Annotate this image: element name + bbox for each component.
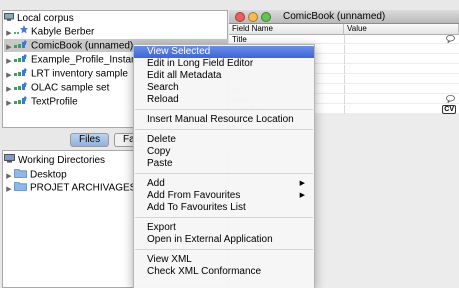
menu-item-insert-manual-resource-location[interactable]: Insert Manual Resource Location — [134, 114, 314, 126]
tree-root-local-corpus[interactable]: Local corpus — [4, 12, 74, 25]
tree-item-kabyle-berber[interactable]: ▶ Kabyle Berber — [4, 25, 228, 38]
menu-item-label: View Selected — [147, 46, 211, 57]
field-name-cell: Title — [232, 35, 247, 44]
context-menu: View Selected Edit in Long Field Editor Ed… — [133, 44, 315, 288]
window-titlebar: ComicBook (unnamed) — [229, 10, 459, 24]
menu-item-open-in-external-application[interactable]: Open in External Application — [134, 234, 314, 246]
menu-separator — [135, 173, 313, 174]
menu-item-add-from-favourites[interactable]: Add From Favourites ▶ — [134, 190, 314, 202]
value-cell[interactable] — [344, 45, 459, 54]
expand-arrow-icon[interactable]: ▶ — [4, 183, 14, 196]
menu-item-view-xml[interactable]: View XML — [134, 254, 314, 266]
column-header-value[interactable]: Value — [344, 24, 459, 35]
menu-item-add-to-favourites-list[interactable]: Add To Favourites List — [134, 202, 314, 214]
menu-item-add[interactable]: Add ▶ — [134, 178, 314, 190]
menu-item-check-xml-conformance[interactable]: Check XML Conformance — [134, 266, 314, 278]
menu-item-label: Insert Manual Resource Location — [147, 114, 294, 125]
menu-item-label: Delete — [147, 134, 176, 145]
resource-node-icon — [14, 39, 28, 53]
menu-item-label: Add To Favourites List — [147, 202, 246, 213]
value-cell[interactable] — [344, 65, 459, 74]
menu-item-label: Edit in Long Field Editor — [147, 58, 254, 69]
menu-separator — [135, 129, 313, 130]
menu-item-view-selected[interactable]: View Selected — [134, 46, 314, 58]
submenu-arrow-icon: ▶ — [299, 192, 305, 199]
expand-arrow-icon[interactable]: ▶ — [4, 83, 14, 96]
directory-item-label: PROJET ARCHIVAGES — [30, 182, 137, 194]
comment-icon[interactable] — [446, 35, 455, 45]
menu-item-label: Search — [147, 82, 179, 93]
minimize-window-icon[interactable] — [248, 12, 258, 22]
menu-item-label: Edit all Metadata — [147, 70, 222, 81]
tree-item-label: Example_Profile_Instance — [31, 54, 148, 66]
menu-item-search[interactable]: Search — [134, 82, 314, 94]
comment-icon[interactable] — [446, 95, 455, 105]
tree-item-label: LRT inventory sample — [31, 68, 128, 80]
menu-separator — [135, 249, 313, 250]
tree-item-label: OLAC sample set — [31, 82, 110, 94]
tree-item-label: ComicBook (unnamed) — [31, 40, 134, 52]
computer-icon — [4, 12, 14, 25]
folder-icon — [14, 181, 27, 195]
menu-item-label: Reload — [147, 94, 179, 105]
window-title: ComicBook (unnamed) — [283, 11, 386, 22]
expand-arrow-icon[interactable]: ▶ — [4, 69, 14, 82]
folder-icon — [14, 168, 27, 182]
value-cell[interactable] — [344, 95, 459, 104]
resource-node-icon — [14, 95, 28, 109]
resource-node-icon — [14, 81, 28, 95]
menu-item-edit-in-long-field-editor[interactable]: Edit in Long Field Editor — [134, 58, 314, 70]
menu-separator — [135, 109, 313, 110]
menu-item-label: Add — [147, 178, 165, 189]
menu-separator — [135, 217, 313, 218]
tree-item-label: Kabyle Berber — [31, 26, 95, 38]
menu-item-edit-all-metadata[interactable]: Edit all Metadata — [134, 70, 314, 82]
value-cell[interactable] — [344, 35, 459, 44]
directory-item-desktop[interactable]: ▶ Desktop — [4, 168, 67, 181]
menu-item-label: Open in External Application — [147, 234, 273, 245]
directory-item-projet-archivages[interactable]: ▶ PROJET ARCHIVAGES — [4, 181, 136, 194]
computer-icon — [4, 154, 15, 167]
expand-arrow-icon[interactable]: ▶ — [4, 27, 14, 40]
tree-item-label: TextProfile — [31, 96, 78, 108]
submenu-arrow-icon: ▶ — [299, 180, 305, 187]
zoom-window-icon[interactable] — [261, 12, 271, 22]
value-cell[interactable] — [344, 75, 459, 84]
menu-item-label: View XML — [147, 254, 192, 265]
table-row[interactable]: Title — [229, 35, 459, 44]
resource-node-icon — [14, 67, 28, 81]
expand-arrow-icon[interactable]: ▶ — [4, 55, 14, 68]
expand-arrow-icon[interactable]: ▶ — [4, 41, 14, 54]
value-cell[interactable] — [344, 55, 459, 64]
menu-item-label: Copy — [147, 146, 171, 157]
menu-item-label: Export — [147, 222, 176, 233]
close-window-icon[interactable] — [235, 12, 245, 22]
value-cell[interactable] — [344, 85, 459, 94]
directory-item-label: Desktop — [30, 169, 67, 181]
menu-item-reload[interactable]: Reload — [134, 94, 314, 106]
menu-item-label: Check XML Conformance — [147, 266, 262, 277]
column-header-field-name[interactable]: Field Name — [229, 24, 344, 35]
menu-item-label: Paste — [147, 158, 173, 169]
controlled-vocabulary-badge[interactable]: CV — [442, 105, 456, 114]
tab-files[interactable]: Files — [70, 133, 110, 147]
menu-item-paste[interactable]: Paste — [134, 158, 314, 170]
menu-item-delete[interactable]: Delete — [134, 134, 314, 146]
star-node-icon — [14, 25, 28, 39]
resource-node-icon — [14, 53, 28, 67]
menu-item-label: Add From Favourites — [147, 190, 241, 201]
expand-arrow-icon[interactable]: ▶ — [4, 97, 14, 110]
tree-root-working-directories[interactable]: Working Directories — [4, 154, 105, 167]
menu-item-copy[interactable]: Copy — [134, 146, 314, 158]
menu-item-export[interactable]: Export — [134, 222, 314, 234]
